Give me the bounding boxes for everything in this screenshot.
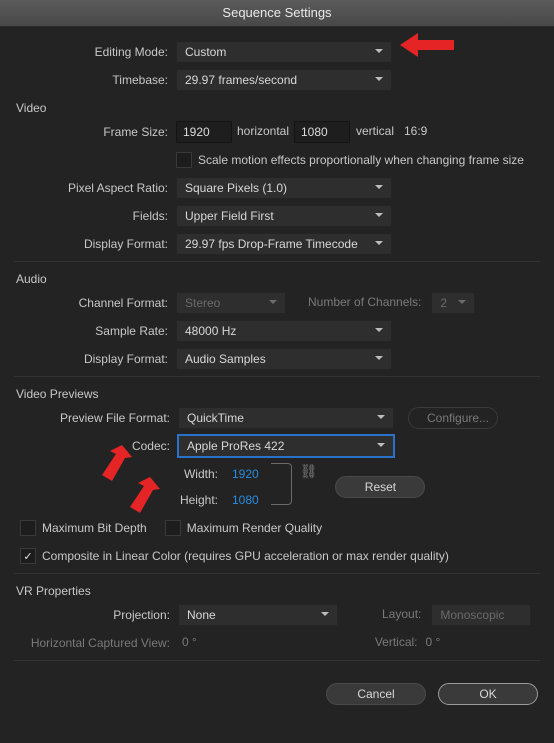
hcv-label: Horizontal Captured View:: [14, 636, 178, 650]
divider: [14, 660, 540, 661]
video-display-format-value: 29.97 fps Drop-Frame Timecode: [185, 237, 358, 251]
checkbox-icon: [165, 520, 181, 536]
width-label: Width:: [170, 467, 226, 481]
vr-heading: VR Properties: [16, 584, 540, 598]
timebase-select[interactable]: 29.97 frames/second: [176, 69, 392, 91]
channel-format-value: Stereo: [185, 296, 220, 310]
chevron-down-icon: [375, 439, 387, 454]
chevron-down-icon: [373, 237, 385, 252]
sample-rate-select[interactable]: 48000 Hz: [176, 320, 392, 342]
scale-effects-checkbox[interactable]: Scale motion effects proportionally when…: [176, 152, 524, 168]
num-channels-value: 2: [440, 296, 447, 310]
editing-mode-select[interactable]: Custom: [176, 41, 392, 63]
ok-button[interactable]: OK: [438, 683, 538, 705]
projection-value: None: [187, 608, 216, 622]
preview-format-label: Preview File Format:: [14, 411, 178, 425]
frame-height-input[interactable]: [294, 121, 350, 143]
timebase-label: Timebase:: [14, 73, 176, 87]
frame-size-label: Frame Size:: [14, 125, 176, 139]
par-label: Pixel Aspect Ratio:: [14, 181, 176, 195]
sample-rate-label: Sample Rate:: [14, 324, 176, 338]
vert-label: Vertical:: [371, 632, 422, 654]
checkbox-icon: [20, 520, 36, 536]
codec-label: Codec:: [14, 439, 178, 453]
configure-button: Configure...: [408, 407, 498, 429]
layout-label: Layout:: [378, 604, 425, 626]
timebase-value: 29.97 frames/second: [185, 73, 297, 87]
video-display-format-label: Display Format:: [14, 237, 176, 251]
projection-label: Projection:: [14, 608, 178, 622]
channel-format-select: Stereo: [176, 292, 286, 314]
preview-width-value[interactable]: 1920: [226, 464, 265, 484]
divider: [14, 376, 540, 377]
chevron-down-icon: [373, 73, 385, 88]
aspect-ratio: 16:9: [400, 121, 431, 143]
chevron-down-icon: [373, 352, 385, 367]
preview-height-value[interactable]: 1080: [226, 490, 265, 510]
chevron-down-icon: [373, 324, 385, 339]
chevron-down-icon: [267, 296, 279, 311]
dialog-title: Sequence Settings: [0, 0, 554, 27]
max-render-quality-label: Maximum Render Quality: [187, 521, 322, 535]
divider: [14, 261, 540, 262]
chevron-down-icon: [373, 209, 385, 224]
num-channels-label: Number of Channels:: [304, 292, 425, 314]
audio-display-format-select[interactable]: Audio Samples: [176, 348, 392, 370]
chevron-down-icon: [375, 411, 387, 426]
par-select[interactable]: Square Pixels (1.0): [176, 177, 392, 199]
hcv-value: 0 °: [178, 632, 201, 654]
channel-format-label: Channel Format:: [14, 296, 176, 310]
height-label: Height:: [170, 493, 226, 507]
max-bit-depth-checkbox[interactable]: Maximum Bit Depth: [20, 520, 147, 536]
fields-label: Fields:: [14, 209, 176, 223]
fields-select[interactable]: Upper Field First: [176, 205, 392, 227]
video-previews-heading: Video Previews: [16, 387, 540, 401]
checkbox-icon: [176, 152, 192, 168]
editing-mode-label: Editing Mode:: [14, 45, 176, 59]
checkbox-icon: [20, 548, 36, 564]
audio-display-format-label: Display Format:: [14, 352, 176, 366]
vertical-label: vertical: [350, 121, 400, 143]
horizontal-label: horizontal: [232, 121, 294, 143]
video-display-format-select[interactable]: 29.97 fps Drop-Frame Timecode: [176, 233, 392, 255]
num-channels-select: 2: [431, 292, 475, 314]
codec-value: Apple ProRes 422: [187, 439, 284, 453]
composite-linear-label: Composite in Linear Color (requires GPU …: [42, 549, 449, 563]
bracket-icon: [271, 463, 292, 505]
frame-width-input[interactable]: [176, 121, 232, 143]
link-icon[interactable]: ⛓: [292, 463, 326, 480]
vert-value: 0 °: [422, 632, 445, 654]
sample-rate-value: 48000 Hz: [185, 324, 236, 338]
codec-select[interactable]: Apple ProRes 422: [178, 435, 394, 457]
fields-value: Upper Field First: [185, 209, 274, 223]
audio-display-format-value: Audio Samples: [185, 352, 266, 366]
preview-format-select[interactable]: QuickTime: [178, 407, 394, 429]
par-value: Square Pixels (1.0): [185, 181, 287, 195]
reset-button[interactable]: Reset: [335, 476, 425, 498]
layout-select: Monoscopic: [431, 604, 531, 626]
layout-value: Monoscopic: [440, 608, 504, 622]
max-render-quality-checkbox[interactable]: Maximum Render Quality: [165, 520, 322, 536]
cancel-button[interactable]: Cancel: [326, 683, 426, 705]
video-heading: Video: [16, 101, 540, 115]
preview-format-value: QuickTime: [187, 411, 244, 425]
editing-mode-value: Custom: [185, 45, 226, 59]
chevron-down-icon: [373, 181, 385, 196]
chevron-down-icon: [456, 296, 468, 311]
chevron-down-icon: [373, 45, 385, 60]
chevron-down-icon: [319, 608, 331, 623]
max-bit-depth-label: Maximum Bit Depth: [42, 521, 147, 535]
composite-linear-checkbox[interactable]: Composite in Linear Color (requires GPU …: [20, 548, 449, 564]
divider: [14, 573, 540, 574]
projection-select[interactable]: None: [178, 604, 338, 626]
scale-effects-label: Scale motion effects proportionally when…: [198, 153, 524, 167]
audio-heading: Audio: [16, 272, 540, 286]
